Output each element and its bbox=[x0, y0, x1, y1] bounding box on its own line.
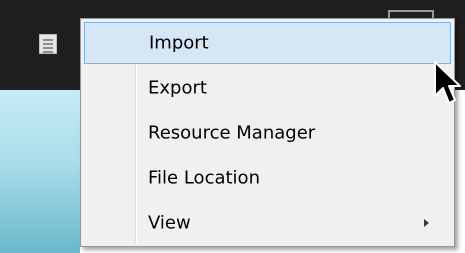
menu-item-resource-manager[interactable]: Resource Manager bbox=[84, 112, 451, 154]
menu-item-label: View bbox=[148, 212, 191, 234]
menu-item-import[interactable]: Import bbox=[84, 22, 451, 64]
menu-item-label: File Location bbox=[148, 167, 260, 189]
document-icon[interactable] bbox=[39, 34, 57, 54]
menu-item-label: Import bbox=[149, 32, 209, 54]
menu-item-export[interactable]: Export bbox=[84, 67, 451, 109]
context-menu: Import Export Resource Manager File Loca… bbox=[80, 18, 455, 247]
arrow-pointer-icon bbox=[434, 61, 461, 104]
submenu-arrow-icon bbox=[424, 219, 429, 227]
menu-item-label: Export bbox=[148, 77, 207, 99]
desktop-background bbox=[0, 90, 80, 253]
menu-item-view[interactable]: View bbox=[84, 202, 451, 244]
menu-item-label: Resource Manager bbox=[148, 122, 316, 144]
menu-item-file-location[interactable]: File Location bbox=[84, 157, 451, 199]
